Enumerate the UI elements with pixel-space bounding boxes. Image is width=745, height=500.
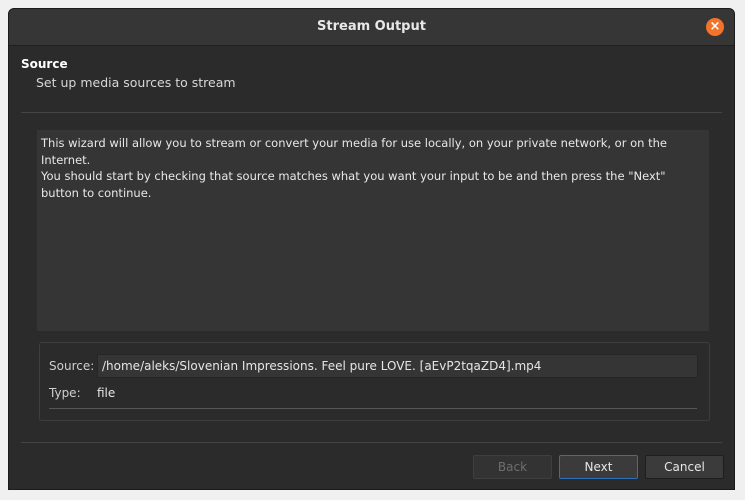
stream-output-dialog: Stream Output × Source Set up media sour… <box>8 8 735 490</box>
wizard-description: This wizard will allow you to stream or … <box>37 130 709 331</box>
source-label: Source: <box>49 359 95 373</box>
source-path-field[interactable]: /home/aleks/Slovenian Impressions. Feel … <box>97 354 698 378</box>
cancel-button[interactable]: Cancel <box>645 455 724 479</box>
page-subtitle: Set up media sources to stream <box>36 75 236 90</box>
header-divider <box>21 112 722 113</box>
close-icon[interactable]: × <box>706 18 724 36</box>
page-title: Source <box>21 57 68 71</box>
type-value: file <box>97 386 116 400</box>
description-line-2: You should start by checking that source… <box>41 169 666 200</box>
title-bar[interactable]: Stream Output × <box>9 9 734 46</box>
type-divider <box>49 408 697 409</box>
back-button[interactable]: Back <box>473 455 552 479</box>
window-title: Stream Output <box>317 19 426 34</box>
description-line-1: This wizard will allow you to stream or … <box>41 136 667 167</box>
wizard-header: Source Set up media sources to stream <box>9 46 734 110</box>
next-button[interactable]: Next <box>559 455 638 479</box>
source-group: Source: /home/aleks/Slovenian Impression… <box>39 342 710 421</box>
footer-divider <box>21 442 722 443</box>
type-label: Type: <box>49 386 81 400</box>
